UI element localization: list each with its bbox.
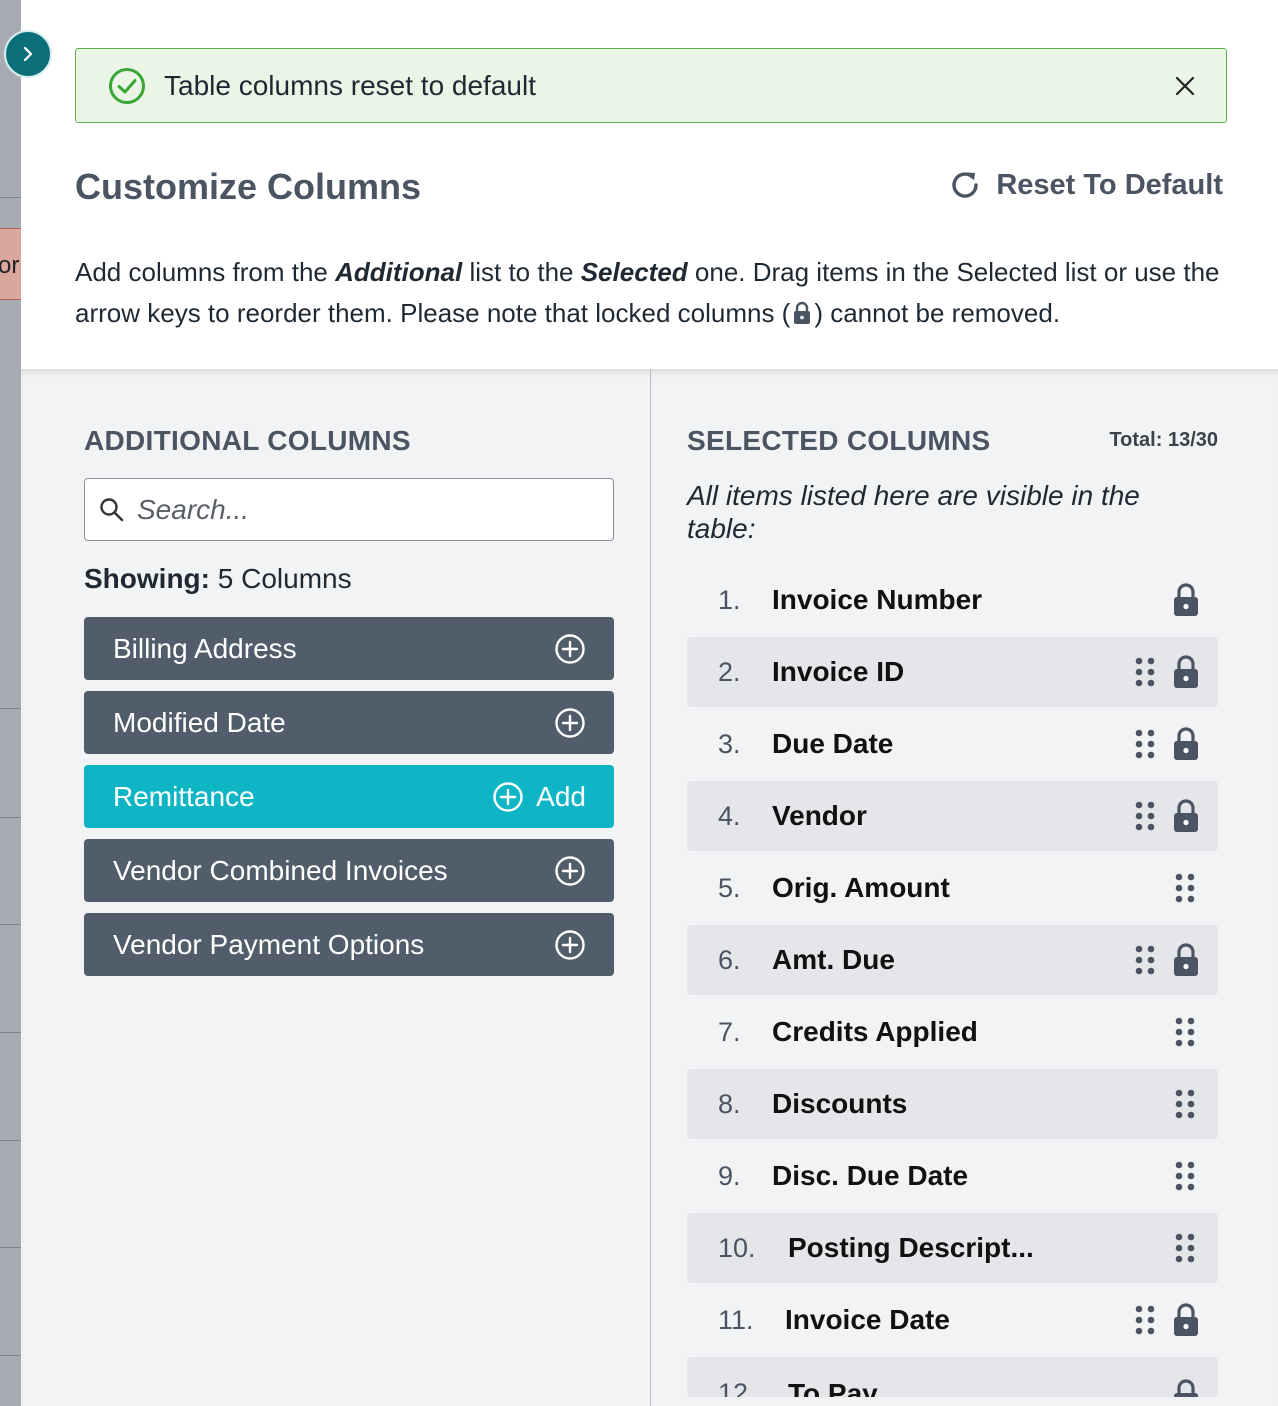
selected-item-due-date[interactable]: 3. Due Date xyxy=(687,709,1218,779)
page-title: Customize Columns xyxy=(75,166,422,207)
chevron-right-icon xyxy=(23,46,33,62)
add-button[interactable]: Add xyxy=(492,781,586,813)
reset-to-default-button[interactable]: Reset To Default xyxy=(948,168,1223,202)
additional-item-label: Billing Address xyxy=(113,632,297,664)
drag-handle-icon[interactable] xyxy=(1134,656,1156,688)
drag-handle-icon[interactable] xyxy=(1174,1232,1196,1264)
search-input[interactable] xyxy=(137,493,577,526)
column-divider xyxy=(650,369,651,1406)
additional-item-modified-date[interactable]: Modified Date xyxy=(84,691,614,754)
lock-icon xyxy=(794,301,811,324)
additional-item-label: Vendor Combined Invoices xyxy=(113,854,448,886)
customize-columns-panel: Table columns reset to default Customize… xyxy=(21,0,1278,1406)
drag-handle-icon[interactable] xyxy=(1174,1016,1196,1048)
add-label: Add xyxy=(536,780,586,812)
additional-item-vendor-payment-options[interactable]: Vendor Payment Options xyxy=(84,913,614,976)
selected-columns-title: SELECTED COLUMNS xyxy=(687,425,991,456)
search-box[interactable] xyxy=(84,478,614,541)
selected-hint: All items listed here are visible in the… xyxy=(687,480,1140,544)
selected-item-invoice-date[interactable]: 11. Invoice Date xyxy=(687,1285,1218,1355)
drag-handle-icon[interactable] xyxy=(1174,1160,1196,1192)
search-icon xyxy=(100,497,124,521)
lock-icon xyxy=(1174,655,1198,688)
lock-icon xyxy=(1174,583,1198,616)
selected-item-posting-description[interactable]: 10. Posting Descript... xyxy=(687,1213,1218,1283)
reset-label: Reset To Default xyxy=(996,168,1223,201)
drag-handle-icon[interactable] xyxy=(1174,1088,1196,1120)
lock-icon xyxy=(1174,799,1198,832)
columns-area: ADDITIONAL COLUMNS Showing: 5 Columns Bi… xyxy=(21,369,1278,1406)
selected-item-invoice-number: 1. Invoice Number xyxy=(687,565,1218,635)
background-partial-text: or xyxy=(0,252,20,279)
showing-count: Showing: 5 Columns xyxy=(84,563,352,594)
check-circle-icon xyxy=(109,67,145,104)
additional-item-label: Remittance xyxy=(113,780,255,812)
selected-item-orig-amount[interactable]: 5. Orig. Amount xyxy=(687,853,1218,923)
selected-item-to-pay[interactable]: 12. To Pay xyxy=(687,1357,1218,1397)
toast-message: Table columns reset to default xyxy=(164,69,536,101)
plus-circle-icon xyxy=(493,781,523,812)
drag-handle-icon[interactable] xyxy=(1174,872,1196,904)
success-toast: Table columns reset to default xyxy=(75,48,1227,123)
drag-handle-icon[interactable] xyxy=(1134,944,1156,976)
selected-item-invoice-id[interactable]: 2. Invoice ID xyxy=(687,637,1218,707)
additional-item-label: Modified Date xyxy=(113,706,286,738)
selected-item-amt-due[interactable]: 6. Amt. Due xyxy=(687,925,1218,995)
drag-handle-icon[interactable] xyxy=(1134,728,1156,760)
selected-item-credits-applied[interactable]: 7. Credits Applied xyxy=(687,997,1218,1067)
plus-circle-icon xyxy=(555,855,585,886)
selected-item-discounts[interactable]: 8. Discounts xyxy=(687,1069,1218,1139)
refresh-icon xyxy=(952,172,979,198)
additional-item-remittance[interactable]: Remittance Add xyxy=(84,765,614,828)
selected-item-disc-due-date[interactable]: 9. Disc. Due Date xyxy=(687,1141,1218,1211)
close-icon xyxy=(1175,76,1195,96)
background-page-strip: or xyxy=(0,0,21,1406)
additional-columns-list: Billing Address Modified Date Remittance… xyxy=(84,617,614,987)
instructions-text: Add columns from the Additional list to … xyxy=(75,257,1220,328)
selected-total: Total: 13/30 xyxy=(1109,429,1218,451)
selected-item-vendor[interactable]: 4. Vendor xyxy=(687,781,1218,851)
plus-circle-icon xyxy=(555,633,585,664)
drag-handle-icon[interactable] xyxy=(1134,800,1156,832)
additional-item-vendor-combined-invoices[interactable]: Vendor Combined Invoices xyxy=(84,839,614,902)
collapse-panel-button[interactable] xyxy=(4,30,52,78)
lock-icon xyxy=(1174,1303,1198,1336)
toast-close-button[interactable] xyxy=(1170,71,1200,101)
lock-icon xyxy=(1174,943,1198,976)
selected-columns-list: 1. Invoice Number 2. Invoice ID 3. Due D… xyxy=(687,565,1218,1399)
lock-icon xyxy=(1174,727,1198,760)
lock-icon xyxy=(1174,1379,1198,1397)
additional-item-label: Vendor Payment Options xyxy=(113,928,425,960)
additional-item-billing-address[interactable]: Billing Address xyxy=(84,617,614,680)
additional-columns-title: ADDITIONAL COLUMNS xyxy=(84,425,411,456)
drag-handle-icon[interactable] xyxy=(1134,1304,1156,1336)
plus-circle-icon xyxy=(555,707,585,738)
plus-circle-icon xyxy=(555,929,585,960)
